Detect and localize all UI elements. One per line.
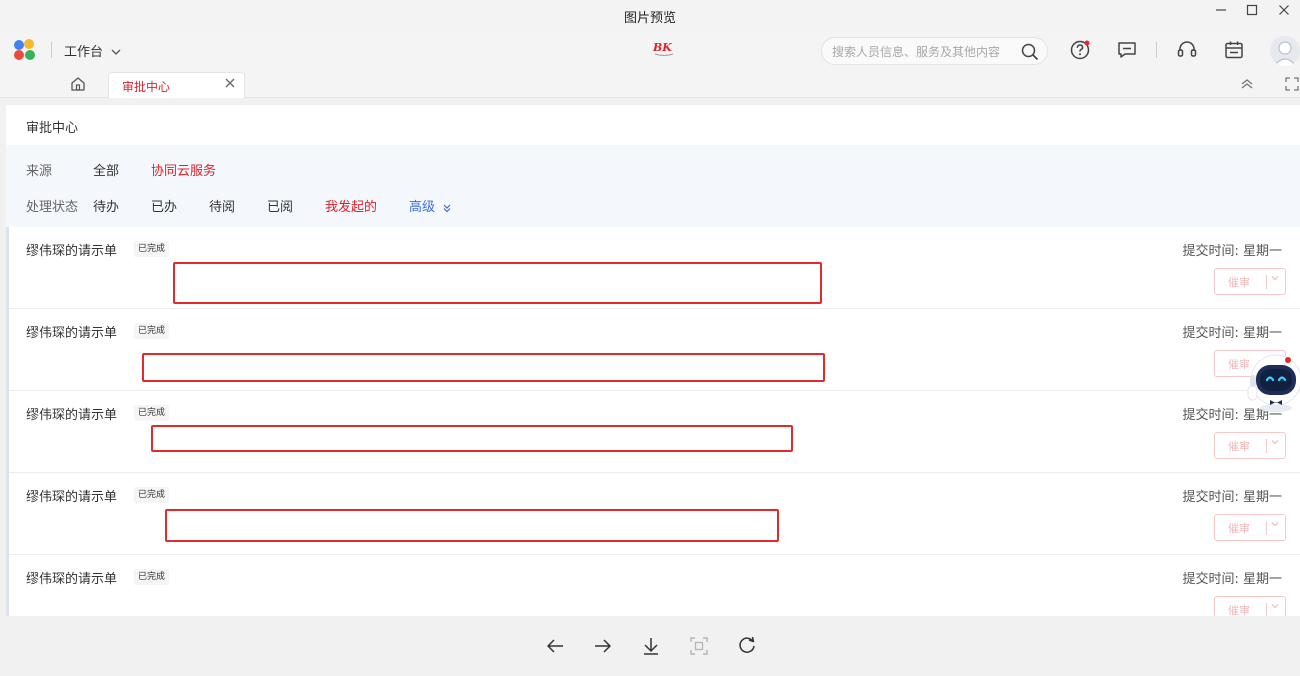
arrow-right-icon[interactable] xyxy=(592,635,614,657)
arrow-left-icon[interactable] xyxy=(544,635,566,657)
urge-button[interactable]: 催审 xyxy=(1214,432,1286,459)
robot-assistant-icon[interactable] xyxy=(1244,350,1300,414)
status-option-todo[interactable]: 待办 xyxy=(93,196,119,215)
list-item[interactable]: 缪伟琛的请示单 已完成 提交时间: 星期一 催审 xyxy=(6,309,1300,391)
workspace-switcher[interactable]: 工作台 xyxy=(64,41,121,60)
advanced-filter-toggle[interactable]: 高级 xyxy=(409,196,452,215)
status-filter-label: 处理状态 xyxy=(26,200,79,215)
search-input[interactable] xyxy=(832,43,1017,61)
urge-label: 催审 xyxy=(1228,522,1250,535)
fullscreen-icon[interactable] xyxy=(1284,76,1300,92)
chevron-down-icon[interactable] xyxy=(1270,437,1280,450)
tab-approval-center[interactable]: 审批中心 xyxy=(108,72,245,98)
tab-strip: 审批中心 xyxy=(0,70,1300,98)
urge-label: 催审 xyxy=(1228,276,1250,289)
collapse-up-icon[interactable] xyxy=(1239,76,1255,92)
avatar[interactable] xyxy=(1270,36,1300,66)
calendar-icon[interactable] xyxy=(1223,39,1245,61)
row-indicator xyxy=(6,473,9,555)
preview-toolbar xyxy=(0,616,1300,676)
row-indicator xyxy=(6,227,9,309)
status-option-initiated[interactable]: 我发起的 xyxy=(325,196,377,215)
home-icon[interactable] xyxy=(60,74,96,98)
approval-center-panel: 审批中心 来源 全部 协同云服务 处理状态 待办 已办 待阅 已阅 我发起的 高… xyxy=(6,105,1300,616)
submit-time: 提交时间: 星期一 xyxy=(1182,490,1282,505)
redaction-box xyxy=(142,353,825,382)
urge-button[interactable]: 催审 xyxy=(1214,514,1286,541)
search-icon[interactable] xyxy=(1021,43,1039,61)
brand-logo-icon: BK xyxy=(652,38,676,58)
global-search[interactable] xyxy=(821,37,1048,65)
urge-label: 催审 xyxy=(1228,604,1250,616)
maximize-icon[interactable] xyxy=(1241,4,1263,22)
message-icon[interactable] xyxy=(1116,39,1138,61)
row-indicator xyxy=(6,309,9,391)
item-title: 缪伟琛的请示单 xyxy=(26,490,118,505)
status-badge: 已完成 xyxy=(134,323,170,339)
row-indicator xyxy=(6,391,9,473)
redaction-box xyxy=(173,262,822,304)
submit-time: 提交时间: 星期一 xyxy=(1182,326,1282,341)
list-item[interactable]: 缪伟琛的请示单 已完成 提交时间: 星期一 催审 xyxy=(6,227,1300,309)
status-option-done[interactable]: 已办 xyxy=(151,196,177,215)
list-item[interactable]: 缪伟琛的请示单 已完成 提交时间: 星期一 催审 xyxy=(6,391,1300,473)
chevron-down-icon[interactable] xyxy=(1270,273,1280,286)
status-badge: 已完成 xyxy=(134,569,170,585)
advanced-filter-label: 高级 xyxy=(409,200,436,215)
page-title: 审批中心 xyxy=(26,121,79,136)
redaction-box xyxy=(165,509,779,542)
status-option-read[interactable]: 已阅 xyxy=(267,196,293,215)
status-option-to-read[interactable]: 待阅 xyxy=(209,196,235,215)
help-icon[interactable] xyxy=(1069,39,1091,61)
source-filter-label: 来源 xyxy=(26,164,53,179)
window-title: 图片预览 xyxy=(623,11,676,26)
filter-area: 来源 全部 协同云服务 处理状态 待办 已办 待阅 已阅 我发起的 高级 xyxy=(6,145,1300,227)
urge-button[interactable]: 催审 xyxy=(1214,596,1286,616)
status-badge: 已完成 xyxy=(134,405,170,421)
divider xyxy=(51,42,52,58)
close-icon[interactable] xyxy=(1273,4,1295,22)
tab-label: 审批中心 xyxy=(122,80,171,94)
source-option-cloud-service[interactable]: 协同云服务 xyxy=(151,160,216,179)
item-title: 缪伟琛的请示单 xyxy=(26,326,118,341)
list-item[interactable]: 缪伟琛的请示单 已完成 提交时间: 星期一 催审 xyxy=(6,473,1300,555)
submit-time: 提交时间: 星期一 xyxy=(1182,572,1282,587)
item-title: 缪伟琛的请示单 xyxy=(26,408,118,423)
chevron-down-icon xyxy=(111,46,121,59)
row-indicator xyxy=(6,555,9,616)
workspace-label: 工作台 xyxy=(64,45,104,60)
submit-time: 提交时间: 星期一 xyxy=(1182,244,1282,259)
svg-text:BK: BK xyxy=(652,41,672,54)
status-badge: 已完成 xyxy=(134,241,170,257)
double-chevron-down-icon xyxy=(443,204,451,212)
divider xyxy=(1266,521,1267,535)
app-header: 工作台 BK xyxy=(0,30,1300,70)
redaction-box xyxy=(151,425,793,452)
status-badge: 已完成 xyxy=(134,487,170,503)
headset-icon[interactable] xyxy=(1176,39,1198,61)
download-icon[interactable] xyxy=(640,635,662,657)
divider xyxy=(1266,603,1267,616)
item-title: 缪伟琛的请示单 xyxy=(26,244,118,259)
close-tab-icon[interactable] xyxy=(225,77,235,92)
minimize-icon[interactable] xyxy=(1210,4,1232,22)
fit-screen-icon xyxy=(688,635,710,657)
source-option-all[interactable]: 全部 xyxy=(93,160,119,179)
chevron-down-icon[interactable] xyxy=(1270,519,1280,532)
item-title: 缪伟琛的请示单 xyxy=(26,572,118,587)
chevron-down-icon[interactable] xyxy=(1270,601,1280,614)
rotate-icon[interactable] xyxy=(736,635,758,657)
app-logo-icon[interactable] xyxy=(14,39,38,61)
divider xyxy=(1156,42,1157,58)
divider xyxy=(1266,439,1267,453)
list-item[interactable]: 缪伟琛的请示单 已完成 提交时间: 星期一 催审 xyxy=(6,555,1300,616)
preview-title-bar: 图片预览 xyxy=(0,0,1300,30)
urge-label: 催审 xyxy=(1228,440,1250,453)
divider xyxy=(1266,275,1267,289)
urge-button[interactable]: 催审 xyxy=(1214,268,1286,295)
